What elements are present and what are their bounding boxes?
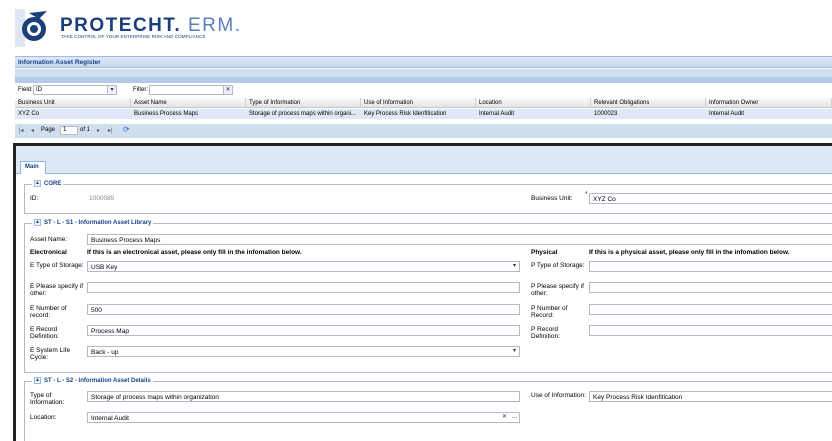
column-header[interactable]: Information Owner xyxy=(706,98,832,108)
app-header: PROTECHT. ERM. TAKE CONTROL OF YOUR ENTE… xyxy=(0,0,832,54)
brand-tagline: TAKE CONTROL OF YOUR ENTERPRISE RISK AND… xyxy=(61,34,206,39)
table-cell: 1000023 xyxy=(594,111,618,117)
physical-note: If this is a physical asset, please only… xyxy=(589,249,790,256)
column-header[interactable]: Location xyxy=(476,98,591,108)
e-number-field[interactable]: 500 xyxy=(87,304,520,315)
field-select[interactable]: ID ▾ xyxy=(33,85,117,95)
business-unit-field[interactable]: XYZ Co xyxy=(589,193,832,204)
details-fieldset: ▲ ST - L - S2 - Information Asset Details… xyxy=(24,377,832,441)
type-of-information-label: Type of Information: xyxy=(30,392,65,406)
chevron-down-icon[interactable]: ▾ xyxy=(510,347,519,356)
chevron-down-icon[interactable]: ▾ xyxy=(510,262,519,271)
library-legend[interactable]: ▲ ST - L - S1 - Information Asset Library xyxy=(32,219,154,227)
refresh-icon[interactable]: ⟳ xyxy=(123,125,130,134)
filter-input[interactable]: ✕ xyxy=(149,85,233,95)
table-cell: XYZ Co xyxy=(18,111,40,117)
clear-icon[interactable]: ✕ xyxy=(223,86,232,94)
p-record-definition-label: P Record Definition: xyxy=(531,326,560,340)
column-header[interactable]: Type of Information xyxy=(246,98,361,108)
p-number-label: P Number of Record: xyxy=(531,305,568,319)
e-lifecycle-select[interactable]: Back - up ▾ xyxy=(87,346,520,357)
use-of-information-field[interactable]: Key Process Risk Idenfitication xyxy=(589,391,832,402)
id-value: 1000085 xyxy=(89,195,115,202)
filter-label: Filter: xyxy=(133,87,148,93)
location-label: Location: xyxy=(30,414,57,421)
paging-toolbar: |◂ ◂ Page 1 of 1 ▸ ▸| ⟳ xyxy=(15,124,832,138)
library-fieldset: ▲ ST - L - S1 - Information Asset Library… xyxy=(24,219,832,373)
electronical-heading: Electronical xyxy=(30,249,67,256)
page-count: of 1 xyxy=(80,127,91,133)
e-record-definition-field[interactable]: Process Map xyxy=(87,325,520,336)
column-header[interactable]: Business Unit xyxy=(15,98,131,108)
record-form: ▲ CORE ID: 1000085 Business Unit: * XYZ C… xyxy=(16,174,832,441)
tab-main[interactable]: Main xyxy=(20,161,46,174)
p-specify-field[interactable] xyxy=(589,282,832,293)
table-row[interactable]: XYZ Co Business Process Maps Storage of … xyxy=(15,109,832,119)
filter-bar: Field: ID ▾ Filter: ✕ xyxy=(15,84,832,96)
table-cell: Internal Audit xyxy=(709,111,745,117)
table-cell: Storage of process maps within organi... xyxy=(249,111,357,117)
e-number-label: E Number of record: xyxy=(30,305,67,319)
electronical-note: If this is an electronical asset, please… xyxy=(87,249,302,256)
id-label: ID: xyxy=(30,195,39,202)
p-type-select[interactable] xyxy=(589,261,832,272)
p-specify-label: P Please specify if other: xyxy=(531,283,584,297)
toolbar-band-dark xyxy=(15,77,832,83)
location-field[interactable]: Internal Audit ✕ … xyxy=(87,412,520,423)
collapse-icon[interactable]: ▲ xyxy=(34,219,41,226)
asset-name-label: Asset Name: xyxy=(30,236,68,243)
page-label: Page xyxy=(41,127,56,133)
collapse-icon[interactable]: ▲ xyxy=(34,180,41,187)
e-specify-label: E Please specify if other: xyxy=(30,283,84,297)
table-cell: Internal Audit xyxy=(479,111,515,117)
more-icon[interactable]: … xyxy=(510,413,519,422)
toolbar-band xyxy=(15,69,832,77)
page-number-input[interactable]: 1 xyxy=(60,126,78,135)
table-cell: Key Process Risk Idenfitication xyxy=(364,111,447,117)
column-header[interactable]: Asset Name xyxy=(131,98,246,108)
next-page-icon[interactable]: ▸ xyxy=(97,127,100,134)
column-header[interactable]: Use of Information xyxy=(361,98,476,108)
e-record-definition-label: E Record Definition: xyxy=(30,326,59,340)
p-number-field[interactable] xyxy=(589,304,832,315)
column-header[interactable]: Relevant Obligations xyxy=(591,98,706,108)
tab-bar xyxy=(16,146,832,174)
chevron-down-icon[interactable]: ▾ xyxy=(107,86,116,94)
use-of-information-label: Use of Information: xyxy=(531,392,586,399)
required-marker: * xyxy=(585,191,588,198)
register-panel-title: Information Asset Register xyxy=(15,56,832,68)
e-type-label: E Type of Storage: xyxy=(30,262,84,269)
field-label: Field: xyxy=(18,87,33,93)
physical-heading: Physical xyxy=(531,249,558,256)
core-legend[interactable]: ▲ CORE xyxy=(32,180,64,188)
type-of-information-field[interactable]: Storage of process maps within organizat… xyxy=(87,391,520,402)
grid-header: Business Unit Asset Name Type of Informa… xyxy=(15,98,832,108)
collapse-icon[interactable]: ▲ xyxy=(34,377,41,384)
protecht-logo-icon xyxy=(15,9,47,47)
p-type-label: P Type of Storage: xyxy=(531,262,585,269)
details-legend[interactable]: ▲ ST - L - S2 - Information Asset Details xyxy=(32,377,153,385)
core-fieldset: ▲ CORE ID: 1000085 Business Unit: * XYZ C… xyxy=(24,180,832,214)
p-record-definition-field[interactable] xyxy=(589,325,832,336)
table-cell: Business Process Maps xyxy=(134,111,199,117)
first-page-icon[interactable]: |◂ xyxy=(19,127,24,134)
e-lifecycle-label: E System Life Cycle: xyxy=(30,347,71,361)
clear-icon[interactable]: ✕ xyxy=(500,413,509,422)
e-specify-field[interactable] xyxy=(87,282,520,293)
prev-page-icon[interactable]: ◂ xyxy=(31,127,34,134)
e-type-select[interactable]: USB Key ▾ xyxy=(87,261,520,272)
business-unit-label: Business Unit: xyxy=(531,195,573,202)
last-page-icon[interactable]: ▸| xyxy=(108,127,113,134)
asset-name-field[interactable]: Business Process Maps xyxy=(87,234,832,245)
